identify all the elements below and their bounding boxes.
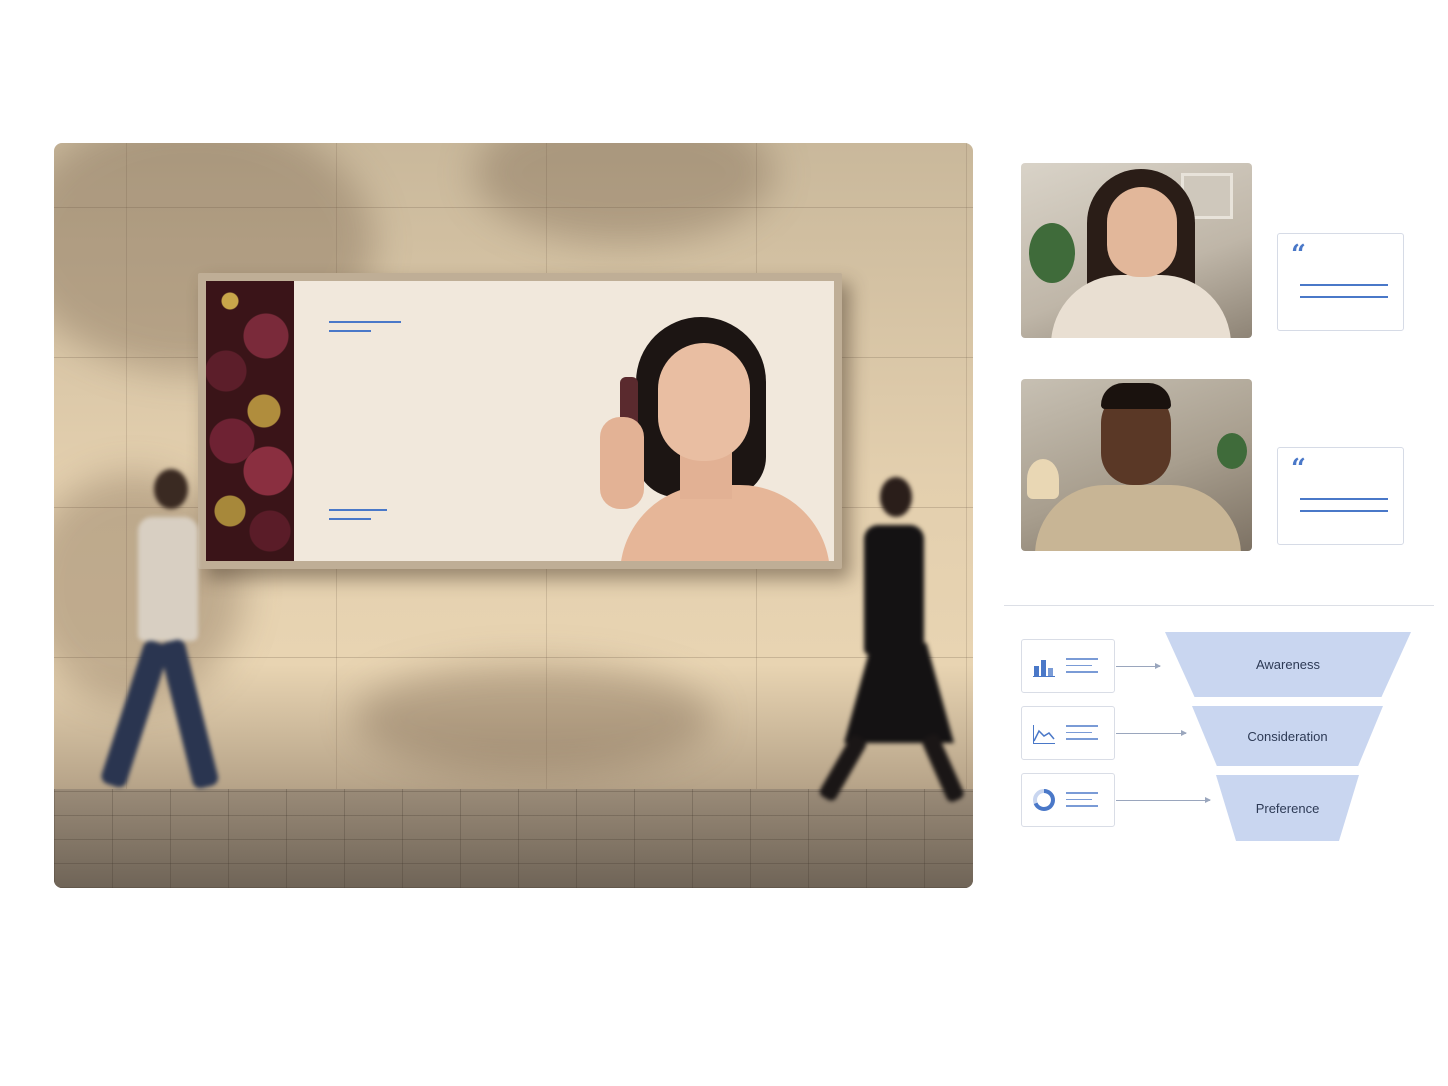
quote-text-line: [1300, 510, 1388, 512]
funnel-stage-preference[interactable]: Preference: [1216, 775, 1359, 841]
quote-text-line: [1300, 498, 1388, 500]
line-chart-icon: [1033, 725, 1055, 744]
pedestrian-right: [794, 473, 973, 833]
plant-decor: [1217, 433, 1247, 469]
billboard-scene-image: [54, 143, 973, 888]
arrow-to-awareness: [1116, 663, 1161, 669]
funnel-stage-consideration[interactable]: Consideration: [1192, 706, 1383, 766]
metric-text-lines: [1066, 658, 1100, 678]
pedestrian-left: [84, 463, 264, 823]
ad-caption-line: [329, 518, 371, 520]
plant-decor: [1029, 223, 1075, 283]
arrow-to-consideration: [1116, 730, 1187, 736]
quote-text-line: [1300, 284, 1388, 286]
ad-headline-line: [329, 330, 371, 332]
donut-chart-icon: [1033, 789, 1055, 811]
testimonial-quote-card-2: “: [1277, 447, 1404, 545]
tree-shadow: [354, 663, 714, 773]
ad-headline-line: [329, 321, 401, 323]
quote-icon: “: [1291, 240, 1306, 270]
ad-caption-line: [329, 509, 387, 511]
billboard-ad: [206, 281, 834, 561]
lamp-decor: [1027, 459, 1059, 499]
metric-text-lines: [1066, 792, 1100, 812]
section-divider: [1004, 605, 1434, 606]
funnel-stage-awareness[interactable]: Awareness: [1165, 632, 1411, 697]
arrow-to-preference: [1116, 797, 1211, 803]
quote-icon: “: [1291, 454, 1306, 484]
quote-text-line: [1300, 296, 1388, 298]
testimonial-video-2[interactable]: [1021, 379, 1252, 551]
bar-chart-icon: [1033, 660, 1055, 677]
testimonial-quote-card-1: “: [1277, 233, 1404, 331]
testimonial-video-1[interactable]: [1021, 163, 1252, 338]
metric-card-preference: [1021, 773, 1115, 827]
metric-card-consideration: [1021, 706, 1115, 760]
metric-text-lines: [1066, 725, 1100, 745]
metric-card-awareness: [1021, 639, 1115, 693]
billboard-frame: [198, 273, 842, 569]
